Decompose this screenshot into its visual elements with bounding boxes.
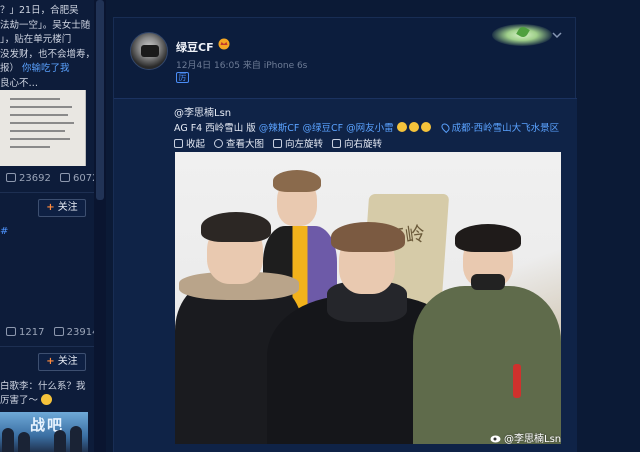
- rotate-left-button[interactable]: 向左旋转: [273, 136, 323, 150]
- feed-line: ？」21日，合肥吴: [0, 5, 79, 16]
- repost-username[interactable]: @李思楠Lsn: [174, 104, 231, 119]
- feed-post-text: ？」21日，合肥吴 法劫一空」。吴女士随 」，贴在单元楼门 没发财，也不会增寿，…: [0, 4, 92, 91]
- post-time[interactable]: 12月4日 16:05: [176, 61, 240, 71]
- photo-watermark: @李思楠Lsn: [490, 430, 561, 444]
- follow-button[interactable]: + 关注: [38, 353, 86, 371]
- document-thumbnail[interactable]: [0, 90, 86, 166]
- avatar[interactable]: [130, 32, 168, 70]
- feed-line: 厉害了～: [0, 395, 39, 406]
- mention-link[interactable]: @网友小雷: [346, 123, 394, 134]
- location-link[interactable]: 成都·西岭雪山大飞水景区: [452, 123, 560, 134]
- feed-line: 白歌李：什么系？我: [0, 381, 86, 392]
- post-stats: 23692 60729: [0, 173, 94, 184]
- repost-box: @李思楠Lsn AG F4 西岭雪山 版 @辣斯CF @绿豆CF @网友小雷 成…: [114, 98, 577, 452]
- video-thumbnail[interactable]: 战吧: [0, 412, 88, 452]
- plus-icon: +: [46, 356, 55, 367]
- feed-line: 良心不…: [0, 77, 39, 89]
- comment-icon[interactable]: [6, 173, 16, 182]
- follow-label: 关注: [57, 356, 78, 367]
- rotate-left-icon: [273, 138, 283, 148]
- decoration-icon: [492, 24, 552, 46]
- comment-count: 23692: [19, 173, 51, 184]
- emoji-icon: [396, 122, 407, 132]
- post-username[interactable]: 绿豆CF: [176, 39, 214, 55]
- post-stats: 1217 23914: [0, 327, 94, 338]
- topic-link[interactable]: #: [0, 226, 8, 237]
- post-meta: 12月4日 16:05 来自 iPhone 6s: [176, 58, 307, 71]
- scrollbar-thumb[interactable]: [96, 0, 104, 200]
- vip-crown-icon[interactable]: [217, 38, 231, 50]
- watermark-text: @李思楠Lsn: [504, 434, 561, 444]
- rotate-right-icon: [332, 138, 342, 148]
- repost-text-prefix: AG F4 西岭雪山 版: [174, 123, 256, 134]
- emoji-icon: [420, 122, 431, 132]
- collapse-icon: [174, 138, 183, 148]
- feed-post-text: 白歌李：什么系？我 厉害了～: [0, 380, 92, 408]
- rotate-right-button[interactable]: 向右旋转: [332, 136, 382, 150]
- like-icon[interactable]: [60, 173, 70, 182]
- image-toolbar: 收起 查看大图 向左旋转 向右旋转: [174, 136, 382, 150]
- repost-text: AG F4 西岭雪山 版 @辣斯CF @绿豆CF @网友小雷 成都·西岭雪山大飞…: [174, 120, 559, 134]
- location-pin-icon: [439, 121, 451, 134]
- weibo-logo-icon: [490, 435, 501, 443]
- like-count: 60729: [73, 173, 94, 184]
- feed-line: 报）: [0, 63, 20, 74]
- follow-button[interactable]: + 关注: [38, 199, 86, 217]
- zoom-icon: [214, 138, 224, 148]
- view-large-button[interactable]: 查看大图: [214, 136, 264, 150]
- weibo-post-card: 绿豆CF 12月4日 16:05 来自 iPhone 6s 厉 @李思楠Lsn …: [113, 17, 577, 452]
- like-icon[interactable]: [53, 327, 64, 336]
- emoji-icon: [408, 122, 419, 132]
- feed-line: 」，贴在单元楼门: [0, 34, 72, 45]
- follow-label: 关注: [57, 202, 78, 213]
- feed-link[interactable]: 你输吃了我: [22, 63, 70, 74]
- plus-icon: +: [46, 202, 55, 213]
- post-photo[interactable]: 西岭 @李思楠Lsn: [175, 152, 561, 444]
- rotate-left-label: 向左旋转: [285, 139, 324, 150]
- mention-link[interactable]: @辣斯CF: [259, 123, 300, 134]
- mention-link[interactable]: @绿豆CF: [302, 123, 343, 134]
- chevron-down-icon[interactable]: [552, 30, 562, 40]
- rotate-right-label: 向右旋转: [344, 139, 383, 150]
- comment-count: 1217: [19, 327, 45, 338]
- badge-icon: 厉: [176, 72, 189, 83]
- comment-icon[interactable]: [6, 327, 16, 336]
- collapse-button[interactable]: 收起: [174, 136, 205, 150]
- left-feed-column: ？」21日，合肥吴 法劫一空」。吴女士随 」，贴在单元楼门 没发财，也不会增寿，…: [0, 0, 94, 452]
- feed-line: 没发财，也不会增寿，: [0, 48, 92, 60]
- scrollbar[interactable]: [94, 0, 106, 452]
- feed-line: 法劫一空」。吴女士随: [0, 19, 91, 31]
- like-count: 23914: [66, 327, 94, 338]
- view-large-label: 查看大图: [226, 139, 265, 150]
- collapse-label: 收起: [186, 139, 206, 150]
- emoji-icon: [41, 394, 53, 405]
- post-source: 来自 iPhone 6s: [242, 61, 308, 71]
